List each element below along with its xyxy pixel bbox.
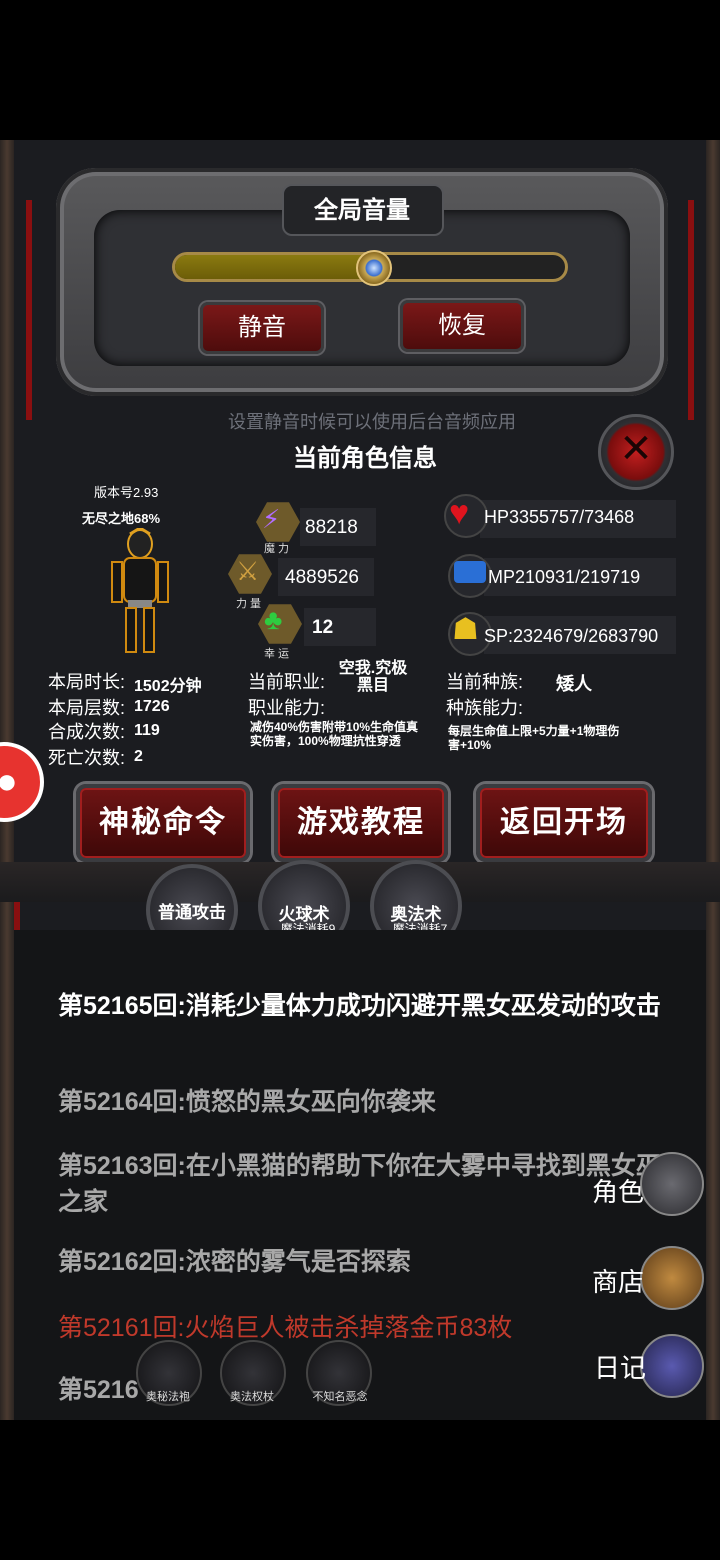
item-label: 奥秘法袍	[146, 1391, 190, 1403]
restore-button[interactable]: 恢复	[400, 300, 524, 352]
mp-icon	[454, 561, 486, 583]
skill-name: 普通攻击	[158, 903, 226, 922]
log-line: 第52162回:浓密的雾气是否探索	[58, 1248, 411, 1276]
item-label: 奥法权杖	[230, 1391, 274, 1403]
job-label: 当前职业:	[248, 672, 326, 692]
log-line: 第52163回:在小黑猫的帮助下你在大雾中寻找到黑女巫之家	[58, 1152, 661, 1216]
back-to-start-button[interactable]: 返回开场	[476, 784, 652, 862]
magic-icon: ⚡	[262, 504, 281, 534]
race-ability-label: 种族能力:	[446, 698, 524, 718]
magic-value: 88218	[305, 517, 358, 538]
floors-value: 1726	[134, 698, 170, 715]
mp-value: MP210931/219719	[488, 567, 641, 587]
log-line: 第52164回:愤怒的黑女巫向你袭来	[58, 1088, 436, 1116]
hero-sprite	[111, 528, 169, 653]
user-icon[interactable]: ●	[0, 760, 18, 802]
clover-icon: ♣	[264, 604, 283, 635]
red-trim-right	[688, 200, 694, 420]
volume-slider-fill	[175, 255, 374, 279]
job-value: 空我.究极 黑目	[338, 660, 408, 694]
luck-value: 12	[312, 617, 334, 638]
version-label: 版本号2.93	[94, 485, 159, 500]
duration-value: 1502分钟	[134, 678, 202, 695]
race-ability-desc: 每层生命值上限+5力量+1物理伤害+10%	[448, 724, 620, 752]
frame-right	[706, 140, 720, 1420]
floors-label: 本局层数:	[48, 698, 126, 718]
strength-label: 力 量	[236, 598, 262, 610]
hp-value: HP3355757/73468	[484, 507, 635, 527]
sword-icon: ⚔	[236, 556, 260, 586]
job-ability-desc: 减伤40%伤害附带10%生命值真实伤害，100%物理抗性穿透	[250, 720, 419, 748]
shop-menu[interactable]: 商店	[592, 1262, 644, 1299]
book-icon[interactable]	[640, 1334, 704, 1398]
luck-label: 幸 运	[264, 648, 290, 660]
strength-value: 4889526	[285, 567, 359, 588]
red-trim-left	[26, 200, 32, 420]
strongman-icon: ☗	[452, 613, 479, 646]
mug-icon[interactable]	[640, 1246, 704, 1310]
tutorial-button[interactable]: 游戏教程	[274, 784, 448, 862]
volume-title: 全局音量	[314, 197, 410, 224]
log-line: 第52165回:消耗少量体力成功闪避开黑女巫发动的攻击	[58, 992, 661, 1020]
stage-label: 无尽之地68%	[82, 511, 161, 526]
deaths-label: 死亡次数:	[48, 748, 126, 768]
race-label: 当前种族:	[446, 672, 524, 692]
magic-label: 魔 力	[264, 543, 290, 555]
character-info-title: 当前角色信息	[293, 445, 437, 472]
duration-label: 本局时长:	[48, 672, 126, 692]
deaths-value: 2	[134, 748, 143, 765]
mute-button[interactable]: 静音	[200, 302, 324, 354]
race-value: 矮人	[556, 674, 592, 694]
diary-menu[interactable]: 日记	[594, 1348, 646, 1385]
heart-icon: ♥	[449, 494, 470, 532]
crafts-value: 119	[134, 722, 160, 739]
log-line: 第52161回:火焰巨人被击杀掉落金币83枚	[58, 1314, 513, 1342]
helmet-icon[interactable]	[640, 1152, 704, 1216]
sp-value: SP:2324679/2683790	[484, 626, 659, 646]
crafts-label: 合成次数:	[48, 722, 126, 742]
item-label: 不知名恶念	[312, 1391, 368, 1403]
volume-slider-knob[interactable]	[356, 250, 392, 286]
job-ability-label: 职业能力:	[248, 698, 326, 718]
close-icon[interactable]: ✕	[598, 426, 674, 472]
secret-command-button[interactable]: 神秘命令	[76, 784, 250, 862]
role-menu[interactable]: 角色	[592, 1172, 644, 1209]
separator-band	[0, 862, 720, 902]
